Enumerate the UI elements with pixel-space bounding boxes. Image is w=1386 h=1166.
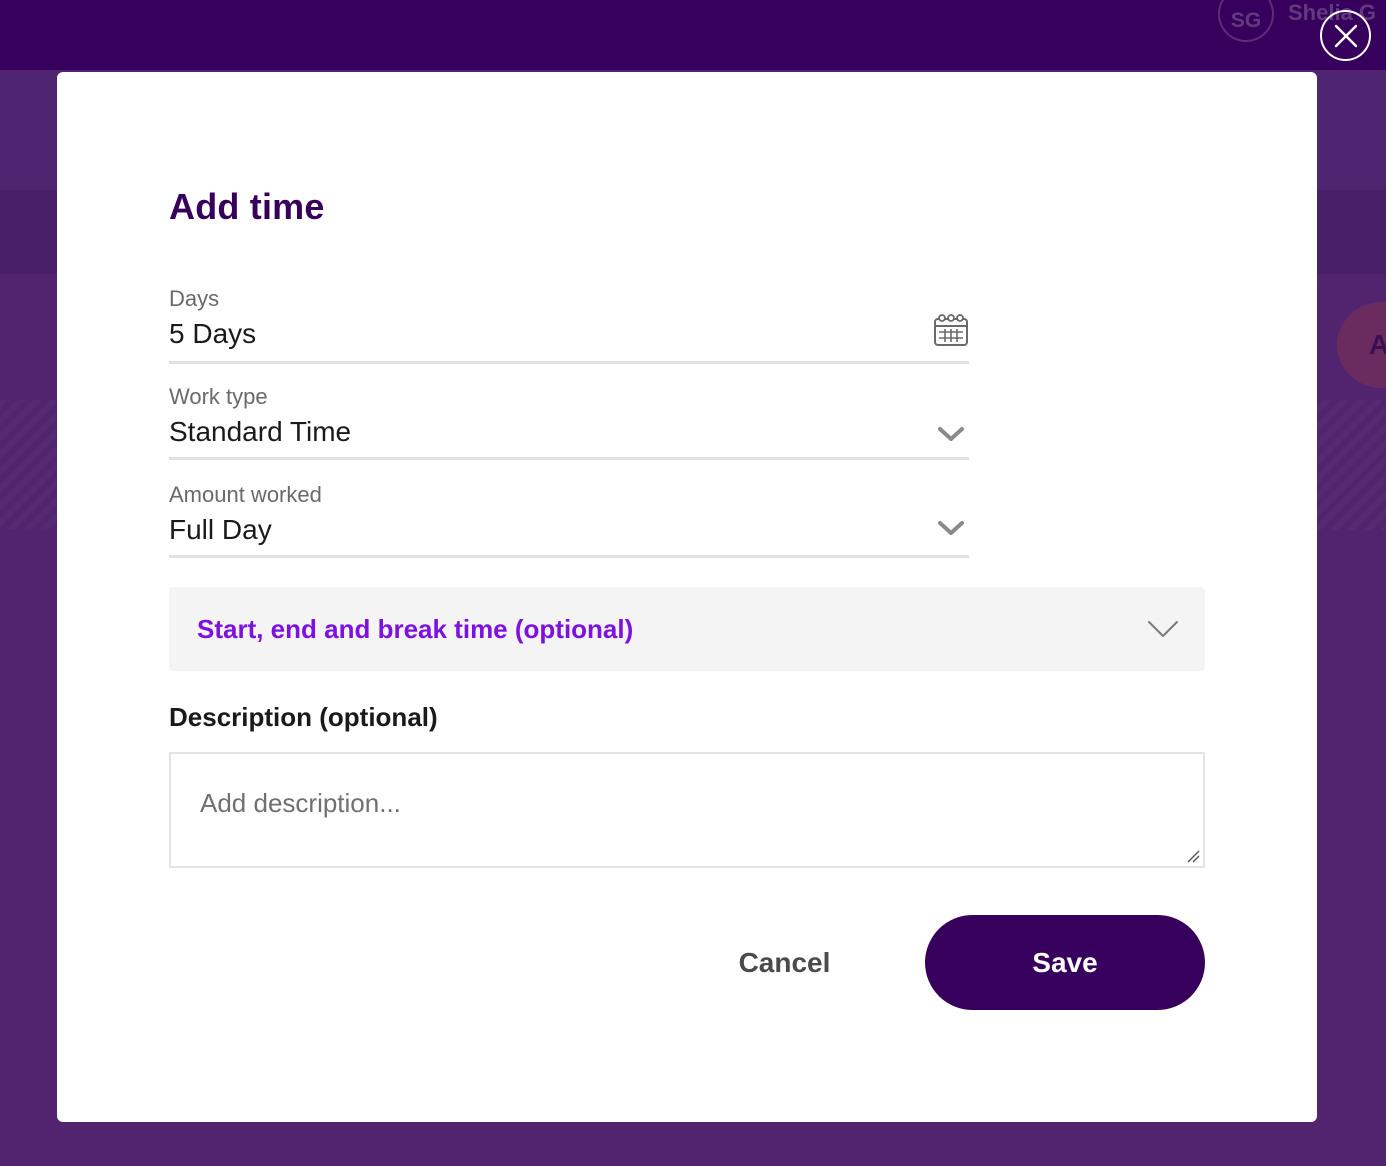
description-label: Description (optional) (169, 702, 438, 732)
add-time-modal: Add time Days 5 Days Work type Standard … (57, 72, 1317, 1122)
days-field[interactable]: Days 5 Days (169, 286, 969, 364)
chevron-down-icon[interactable] (933, 510, 969, 546)
modal-title: Add time (169, 186, 325, 227)
accordion-label: Start, end and break time (optional) (197, 613, 634, 644)
close-icon (1334, 24, 1357, 47)
description-textarea[interactable]: Add description... (169, 752, 1205, 868)
days-label: Days (169, 286, 220, 311)
work-type-value[interactable]: Standard Time (169, 416, 969, 454)
chevron-down-icon[interactable] (933, 416, 969, 452)
app-top-bar (0, 0, 1386, 70)
amount-worked-label: Amount worked (169, 482, 322, 507)
amount-worked-value[interactable]: Full Day (169, 514, 969, 552)
amount-worked-select[interactable]: Amount worked Full Day (169, 482, 969, 558)
background-circle-badge: A (1337, 302, 1386, 388)
save-button[interactable]: Save (925, 915, 1205, 1010)
days-value[interactable]: 5 Days (169, 318, 969, 356)
close-modal-button[interactable] (1320, 10, 1371, 61)
badge-letter: A (1369, 329, 1386, 360)
start-end-break-accordion[interactable]: Start, end and break time (optional) (169, 587, 1205, 671)
work-type-label: Work type (169, 384, 268, 409)
chevron-down-icon[interactable] (1147, 613, 1179, 645)
description-placeholder: Add description... (200, 788, 401, 818)
calendar-icon[interactable] (933, 312, 969, 348)
cancel-button[interactable]: Cancel (697, 915, 872, 1010)
resize-handle-icon[interactable] (1186, 849, 1200, 863)
work-type-select[interactable]: Work type Standard Time (169, 384, 969, 460)
